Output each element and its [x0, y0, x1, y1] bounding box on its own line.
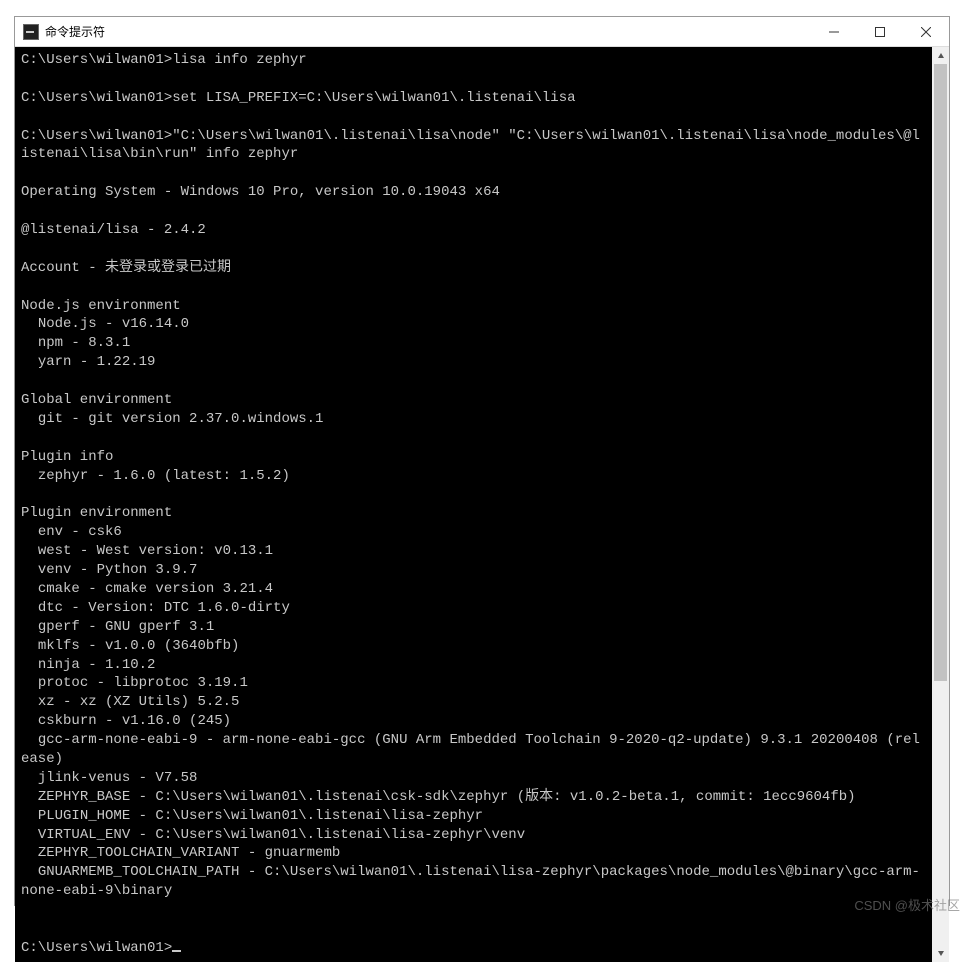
scroll-up-button[interactable] — [932, 47, 949, 64]
window-title: 命令提示符 — [45, 23, 105, 40]
cursor — [172, 950, 181, 952]
command-prompt-window: 命令提示符 C:\Users\wilwan01>lisa info zephyr… — [14, 16, 950, 906]
terminal-output[interactable]: C:\Users\wilwan01>lisa info zephyr C:\Us… — [15, 47, 932, 962]
scroll-down-button[interactable] — [932, 945, 949, 962]
terminal-area: C:\Users\wilwan01>lisa info zephyr C:\Us… — [15, 47, 949, 962]
titlebar[interactable]: 命令提示符 — [15, 17, 949, 47]
minimize-button[interactable] — [811, 17, 857, 47]
scrollbar-track[interactable] — [932, 64, 949, 945]
scrollbar-thumb[interactable] — [934, 64, 947, 681]
vertical-scrollbar[interactable] — [932, 47, 949, 962]
cmd-icon — [23, 24, 39, 40]
close-button[interactable] — [903, 17, 949, 47]
maximize-button[interactable] — [857, 17, 903, 47]
